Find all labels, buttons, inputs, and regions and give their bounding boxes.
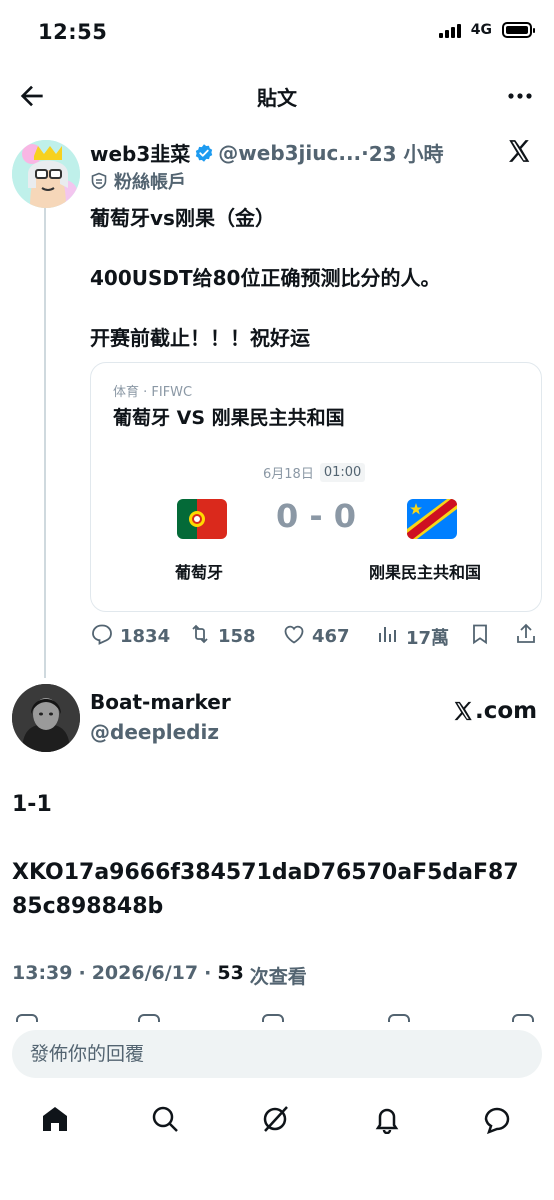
match-datetime: 6月18日 01:00 <box>263 463 366 482</box>
reply-meta: 13:39 · 2026/6/17 · 53 次查看 <box>12 962 307 989</box>
reply-icon <box>16 1014 38 1022</box>
signal-icon <box>438 22 461 38</box>
heart-icon <box>282 622 306 651</box>
meta-views-count: 53 <box>217 962 244 984</box>
tweet-actions: 1834 158 467 17萬 <box>90 622 542 652</box>
retweet-count: 158 <box>218 626 256 647</box>
avatar[interactable] <box>12 140 80 208</box>
card-title: 葡萄牙 VS 刚果民主共和国 <box>113 407 345 429</box>
battery-icon <box>502 22 535 38</box>
fan-account-label: 粉絲帳戶 <box>114 172 186 193</box>
tweet-text-line: 开赛前截止！！！祝好运 <box>90 326 310 350</box>
meta-dot: · <box>204 962 212 984</box>
tweet-text: 葡萄牙vs刚果（金） 400USDT给80位正确预测比分的人。 开赛前截止！！！… <box>90 202 530 354</box>
message-icon[interactable] <box>482 1104 516 1138</box>
reply-composer[interactable] <box>12 1030 542 1078</box>
reply-icon <box>90 622 114 651</box>
shield-icon <box>90 172 108 190</box>
status-time: 12:55 <box>38 20 108 44</box>
share-icon <box>512 1014 534 1022</box>
author-name[interactable]: web3韭菜 <box>90 138 190 167</box>
tweet-text-line: 葡萄牙vs刚果（金） <box>90 206 275 230</box>
retweet-button[interactable]: 158 <box>188 622 256 651</box>
share-button[interactable] <box>514 622 538 651</box>
network-label: 4G <box>470 22 492 38</box>
views-count: 17萬 <box>406 627 450 649</box>
drc-flag-icon <box>407 499 457 539</box>
team-away: 刚果民主共和国 <box>369 563 482 582</box>
heart-icon <box>262 1014 284 1022</box>
portugal-flag-icon <box>177 499 227 539</box>
team-home: 葡萄牙 <box>175 563 224 582</box>
meta-dot: · <box>78 962 86 984</box>
x-com-text: .com <box>475 698 538 724</box>
match-card[interactable]: 体育 · FIFWC 葡萄牙 VS 刚果民主共和国 6月18日 01:00 0 … <box>90 362 542 612</box>
bookmark-button[interactable] <box>468 622 492 651</box>
separator-dot: · <box>361 140 369 165</box>
author-handle[interactable]: @web3jiuc... <box>218 141 361 165</box>
fan-account-row: 粉絲帳戶 <box>90 168 186 194</box>
reply-author-name[interactable]: Boat-marker <box>90 690 231 714</box>
reply-wallet-address: XKO17a9666f384571daD76570aF5daF8785c8988… <box>12 860 519 919</box>
retweet-icon <box>138 1014 160 1022</box>
x-logo-icon <box>454 701 472 721</box>
reply-author-handle[interactable]: @deeplediz <box>90 720 219 744</box>
match-score: 0 - 0 <box>275 497 357 535</box>
grok-icon[interactable] <box>260 1104 294 1138</box>
meta-date: 2026/6/17 <box>91 962 199 984</box>
meta-views-label: 次查看 <box>249 966 307 988</box>
views-icon <box>376 622 400 651</box>
retweet-icon <box>188 622 212 651</box>
reply-input[interactable] <box>12 1030 542 1078</box>
bookmark-icon <box>388 1014 410 1022</box>
reply-actions-partial <box>0 1008 554 1022</box>
x-com-label: .com <box>452 698 537 724</box>
more-icon[interactable] <box>504 80 536 112</box>
tweet-text-line: 400USDT给80位正确预测比分的人。 <box>90 266 441 290</box>
views-button[interactable]: 17萬 <box>376 622 449 651</box>
reply-prediction: 1-1 <box>12 792 52 817</box>
card-source: 体育 · FIFWC <box>113 385 193 400</box>
home-icon[interactable] <box>40 1104 74 1138</box>
status-bar: 12:55 4G <box>0 0 554 66</box>
tweet-time: 23 小時 <box>368 142 444 166</box>
status-indicators: 4G <box>438 22 535 38</box>
meta-time: 13:39 <box>12 962 73 984</box>
search-icon[interactable] <box>150 1104 184 1138</box>
page-title: 貼文 <box>257 86 297 110</box>
thread-connector <box>44 208 46 678</box>
reply-avatar[interactable] <box>12 684 80 752</box>
bell-icon[interactable] <box>372 1104 406 1138</box>
tweet-header: web3韭菜 @web3jiuc... · 23 小時 <box>90 138 444 167</box>
nav-header: 貼文 <box>0 66 554 124</box>
match-time: 01:00 <box>319 463 366 482</box>
share-icon <box>514 622 538 651</box>
bottom-tab-bar <box>0 1096 554 1150</box>
bookmark-icon <box>468 622 492 651</box>
x-logo-icon <box>506 138 532 164</box>
like-count: 467 <box>312 626 350 647</box>
reply-button[interactable]: 1834 <box>90 622 170 651</box>
match-date: 6月18日 <box>263 467 314 482</box>
verified-badge-icon <box>194 143 214 163</box>
reply-count: 1834 <box>120 626 171 647</box>
like-button[interactable]: 467 <box>282 622 350 651</box>
